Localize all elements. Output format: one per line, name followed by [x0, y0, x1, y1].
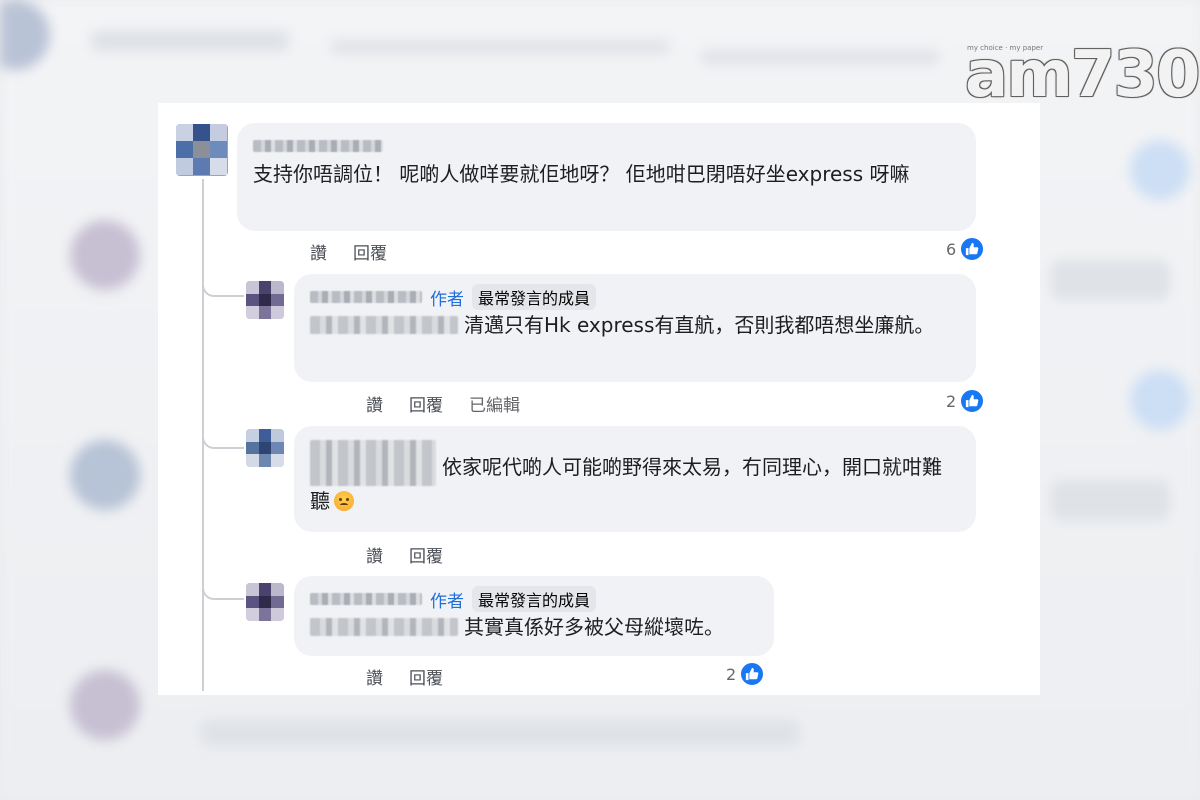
thread-connector	[202, 576, 244, 600]
comment-body: 清邁只有Hk express有直航，否則我都唔想坐廉航。	[464, 313, 935, 337]
comment-actions: 讚 回覆 已編輯	[366, 391, 520, 416]
thread-connector	[202, 271, 244, 297]
blurred-name[interactable]	[310, 593, 422, 605]
member-badge: 最常發言的成員	[472, 284, 597, 310]
author-tag: 作者	[430, 289, 464, 310]
like-count-number: 2	[946, 391, 957, 411]
avatar[interactable]	[246, 429, 284, 467]
like-count-number: 2	[726, 664, 737, 684]
thumbs-up-icon	[959, 388, 986, 414]
reply-button[interactable]: 回覆	[409, 391, 443, 416]
blurred-name-and-mention[interactable]	[310, 440, 436, 486]
comment-text: 清邁只有Hk express有直航，否則我都唔想坐廉航。	[310, 310, 960, 340]
like-count[interactable]: 2	[726, 661, 766, 687]
blurred-name	[253, 140, 383, 152]
author-tag: 作者	[430, 591, 464, 612]
am730-logo: am730 my choice · my paper	[965, 38, 1200, 112]
thumbs-up-icon	[739, 661, 766, 687]
like-count[interactable]: 2	[946, 388, 986, 414]
comment-text: 支持你唔調位！ 呢啲人做咩要就佢地呀？ 佢地咁巴閉唔好坐express 呀嘛	[253, 162, 910, 186]
like-count[interactable]: 6	[946, 236, 986, 262]
comment-actions: 讚 回覆	[366, 664, 443, 689]
blurred-mention[interactable]	[310, 618, 458, 636]
reply-button[interactable]: 回覆	[409, 542, 443, 567]
comment-bubble: 作者 最常發言的成員 清邁只有Hk express有直航，否則我都唔想坐廉航。	[294, 274, 976, 382]
commenter-name[interactable]	[253, 133, 960, 159]
edited-label: 已編輯	[469, 396, 520, 416]
like-button[interactable]: 讚	[366, 542, 383, 567]
comment-text: 其實真係好多被父母縱壞咗。	[310, 612, 758, 642]
avatar[interactable]	[246, 583, 284, 621]
avatar[interactable]	[176, 124, 228, 176]
blurred-mention[interactable]	[310, 316, 458, 334]
like-count-number: 6	[946, 239, 957, 259]
comment-thread-card: 支持你唔調位！ 呢啲人做咩要就佢地呀？ 佢地咁巴閉唔好坐express 呀嘛 讚…	[158, 103, 1040, 695]
comment-text: 依家呢代啲人可能啲野得來太易，冇同理心，開口就咁難聽	[310, 440, 960, 516]
comment-bubble: 支持你唔調位！ 呢啲人做咩要就佢地呀？ 佢地咁巴閉唔好坐express 呀嘛	[237, 123, 976, 231]
avatar[interactable]	[246, 281, 284, 319]
logo-tagline: my choice · my paper	[967, 44, 1044, 52]
reply-button[interactable]: 回覆	[409, 664, 443, 689]
member-badge: 最常發言的成員	[472, 586, 597, 612]
comment-actions: 讚 回覆	[310, 239, 387, 264]
thumbs-up-icon	[959, 236, 986, 262]
comment-bubble: 依家呢代啲人可能啲野得來太易，冇同理心，開口就咁難聽	[294, 426, 976, 532]
like-button[interactable]: 讚	[310, 239, 327, 264]
comment-body: 其實真係好多被父母縱壞咗。	[464, 615, 724, 639]
blurred-name[interactable]	[310, 291, 422, 303]
disappointed-face-emoji-icon	[334, 491, 354, 511]
like-button[interactable]: 讚	[366, 664, 383, 689]
reply-button[interactable]: 回覆	[353, 239, 387, 264]
thread-connector	[202, 425, 244, 449]
comment-actions: 讚 回覆	[366, 542, 443, 567]
like-button[interactable]: 讚	[366, 391, 383, 416]
comment-bubble: 作者 最常發言的成員 其實真係好多被父母縱壞咗。	[294, 576, 774, 656]
